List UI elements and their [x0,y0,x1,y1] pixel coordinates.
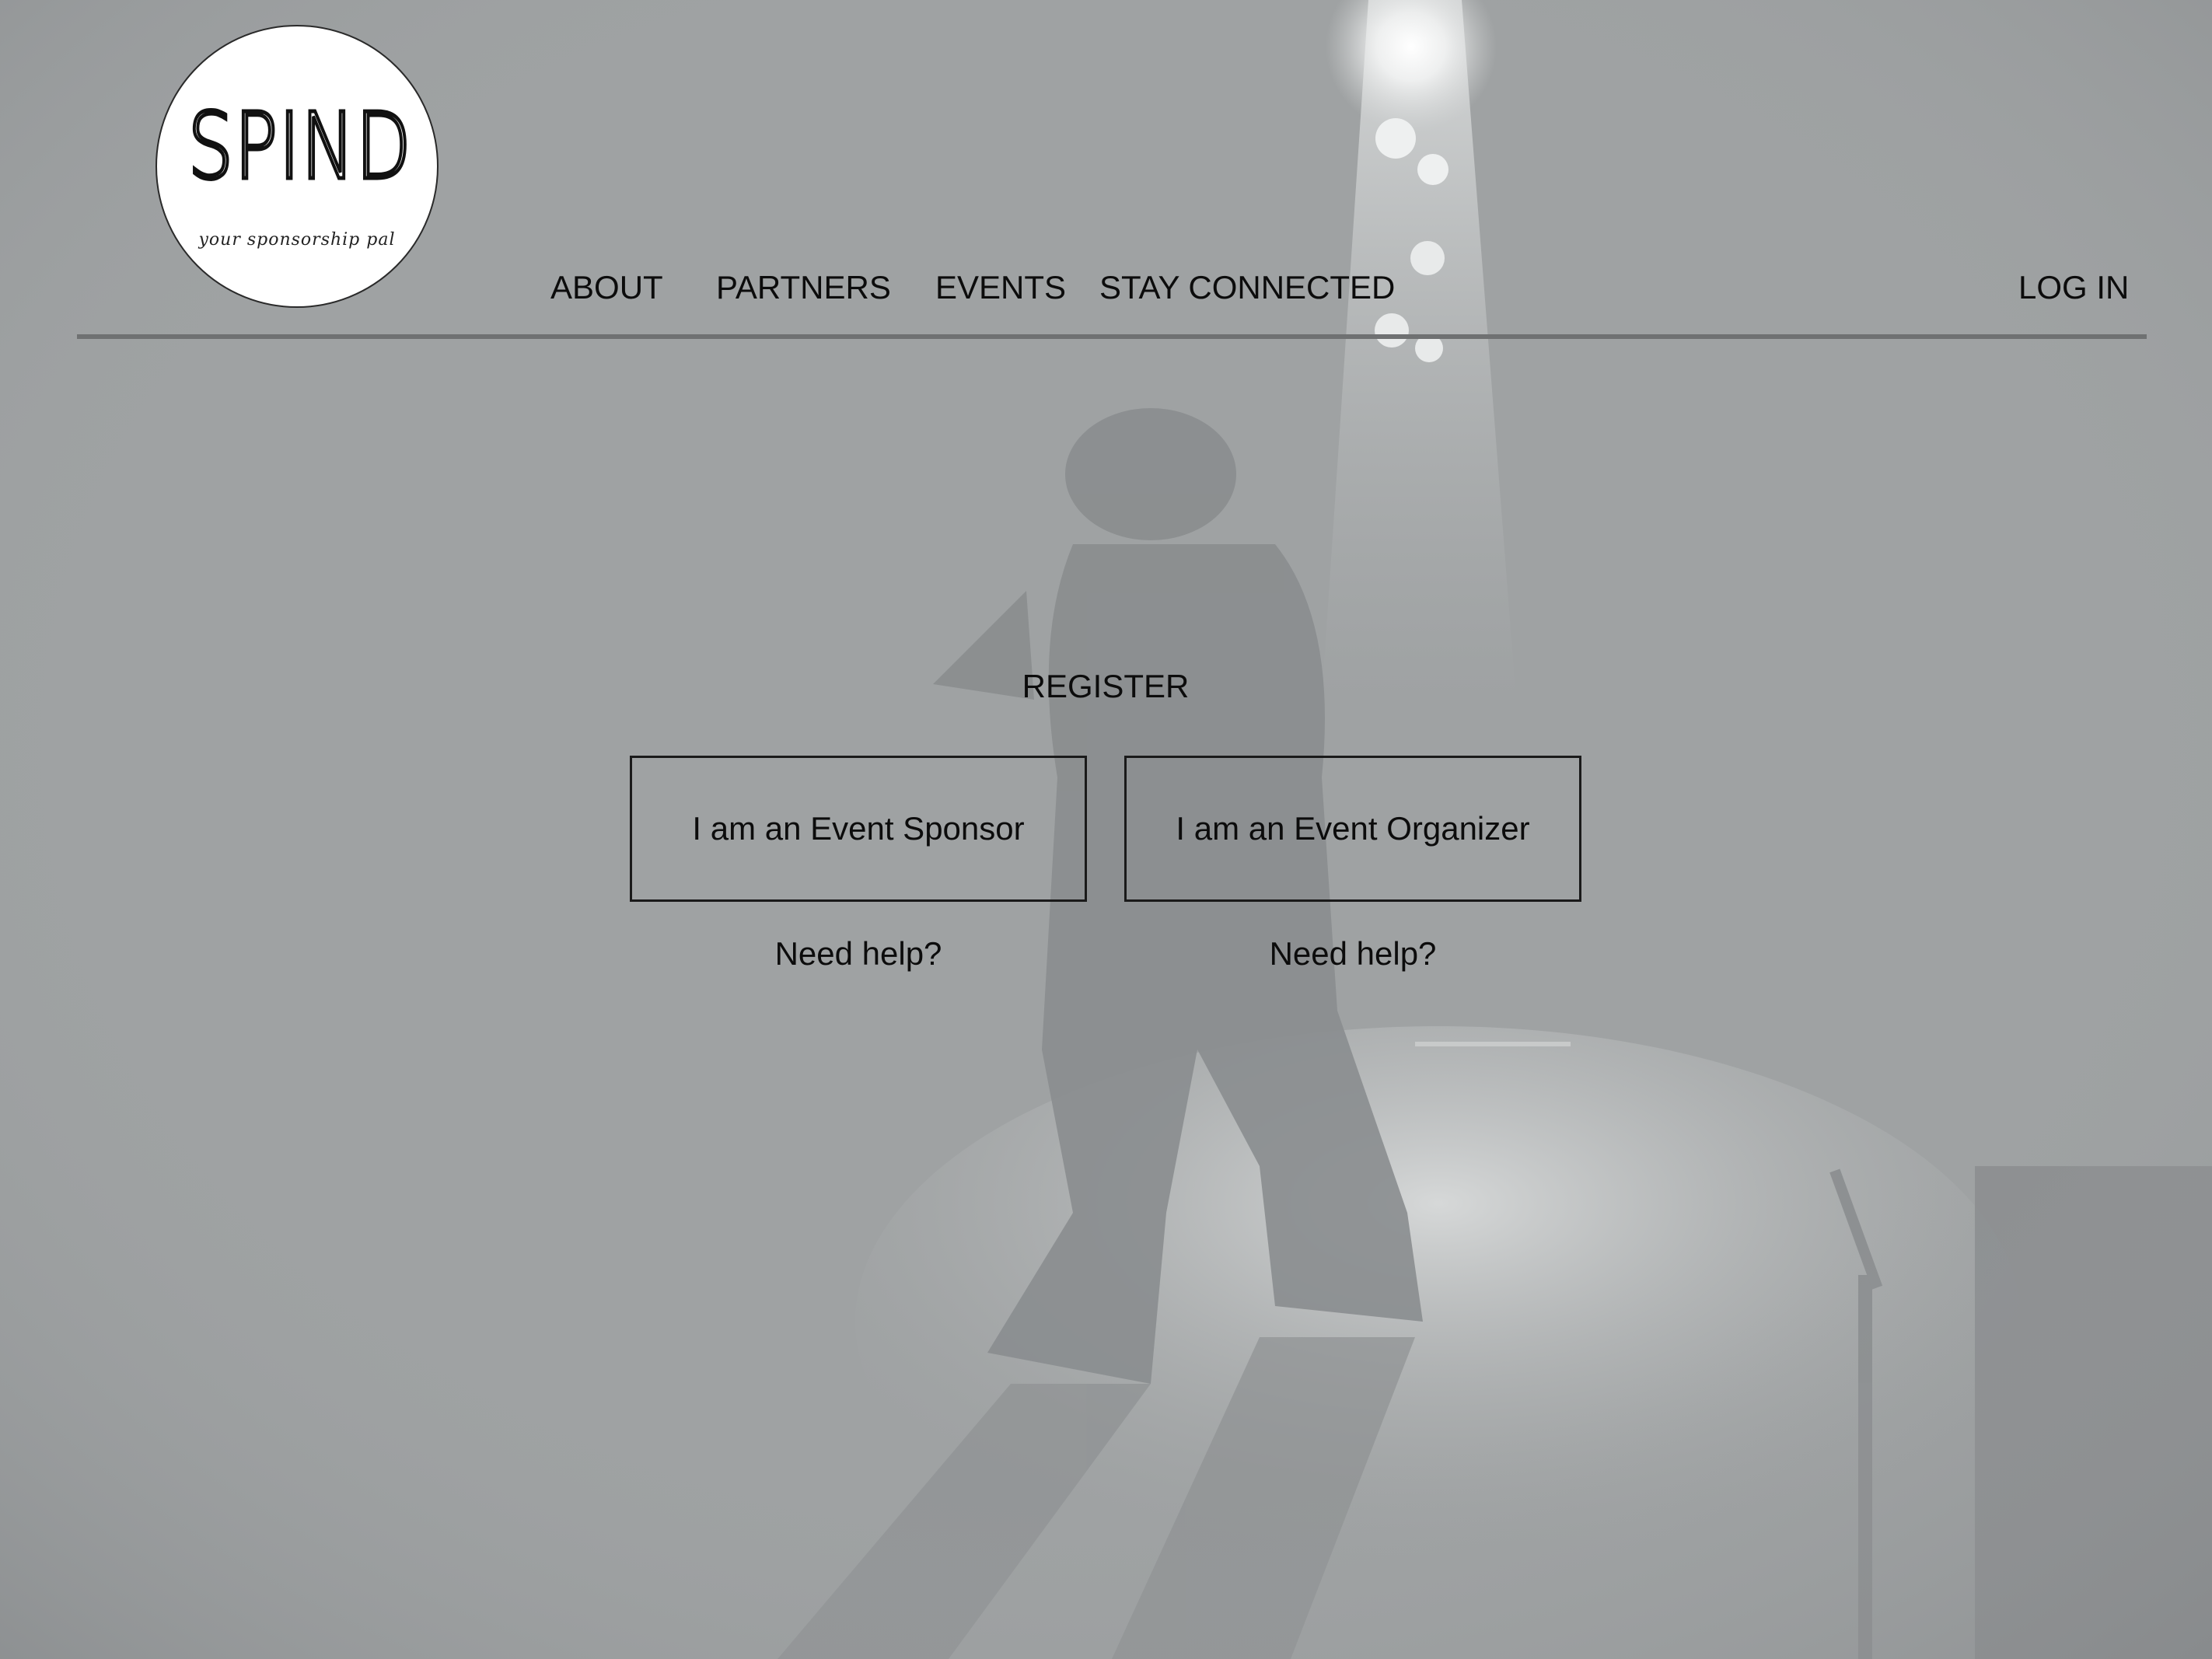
nav-partners[interactable]: PARTNERS [716,268,891,307]
header-divider [77,334,2147,339]
logo-wordmark: SPIND [187,93,413,200]
organizer-help-link[interactable]: Need help? [1124,934,1581,973]
login-link[interactable]: LOG IN [2018,268,2129,307]
nav-about[interactable]: ABOUT [550,268,663,307]
spind-logo[interactable]: SPIND your sponsorship pal [156,25,439,308]
event-sponsor-button[interactable]: I am an Event Sponsor [630,756,1087,902]
sponsor-help-link[interactable]: Need help? [630,934,1087,973]
nav-stay-connected[interactable]: STAY CONNECTED [1099,268,1395,307]
nav-events[interactable]: EVENTS [935,268,1066,307]
logo-tagline: your sponsorship pal [198,230,396,250]
event-organizer-button[interactable]: I am an Event Organizer [1124,756,1581,902]
register-heading: REGISTER [1022,668,1190,704]
